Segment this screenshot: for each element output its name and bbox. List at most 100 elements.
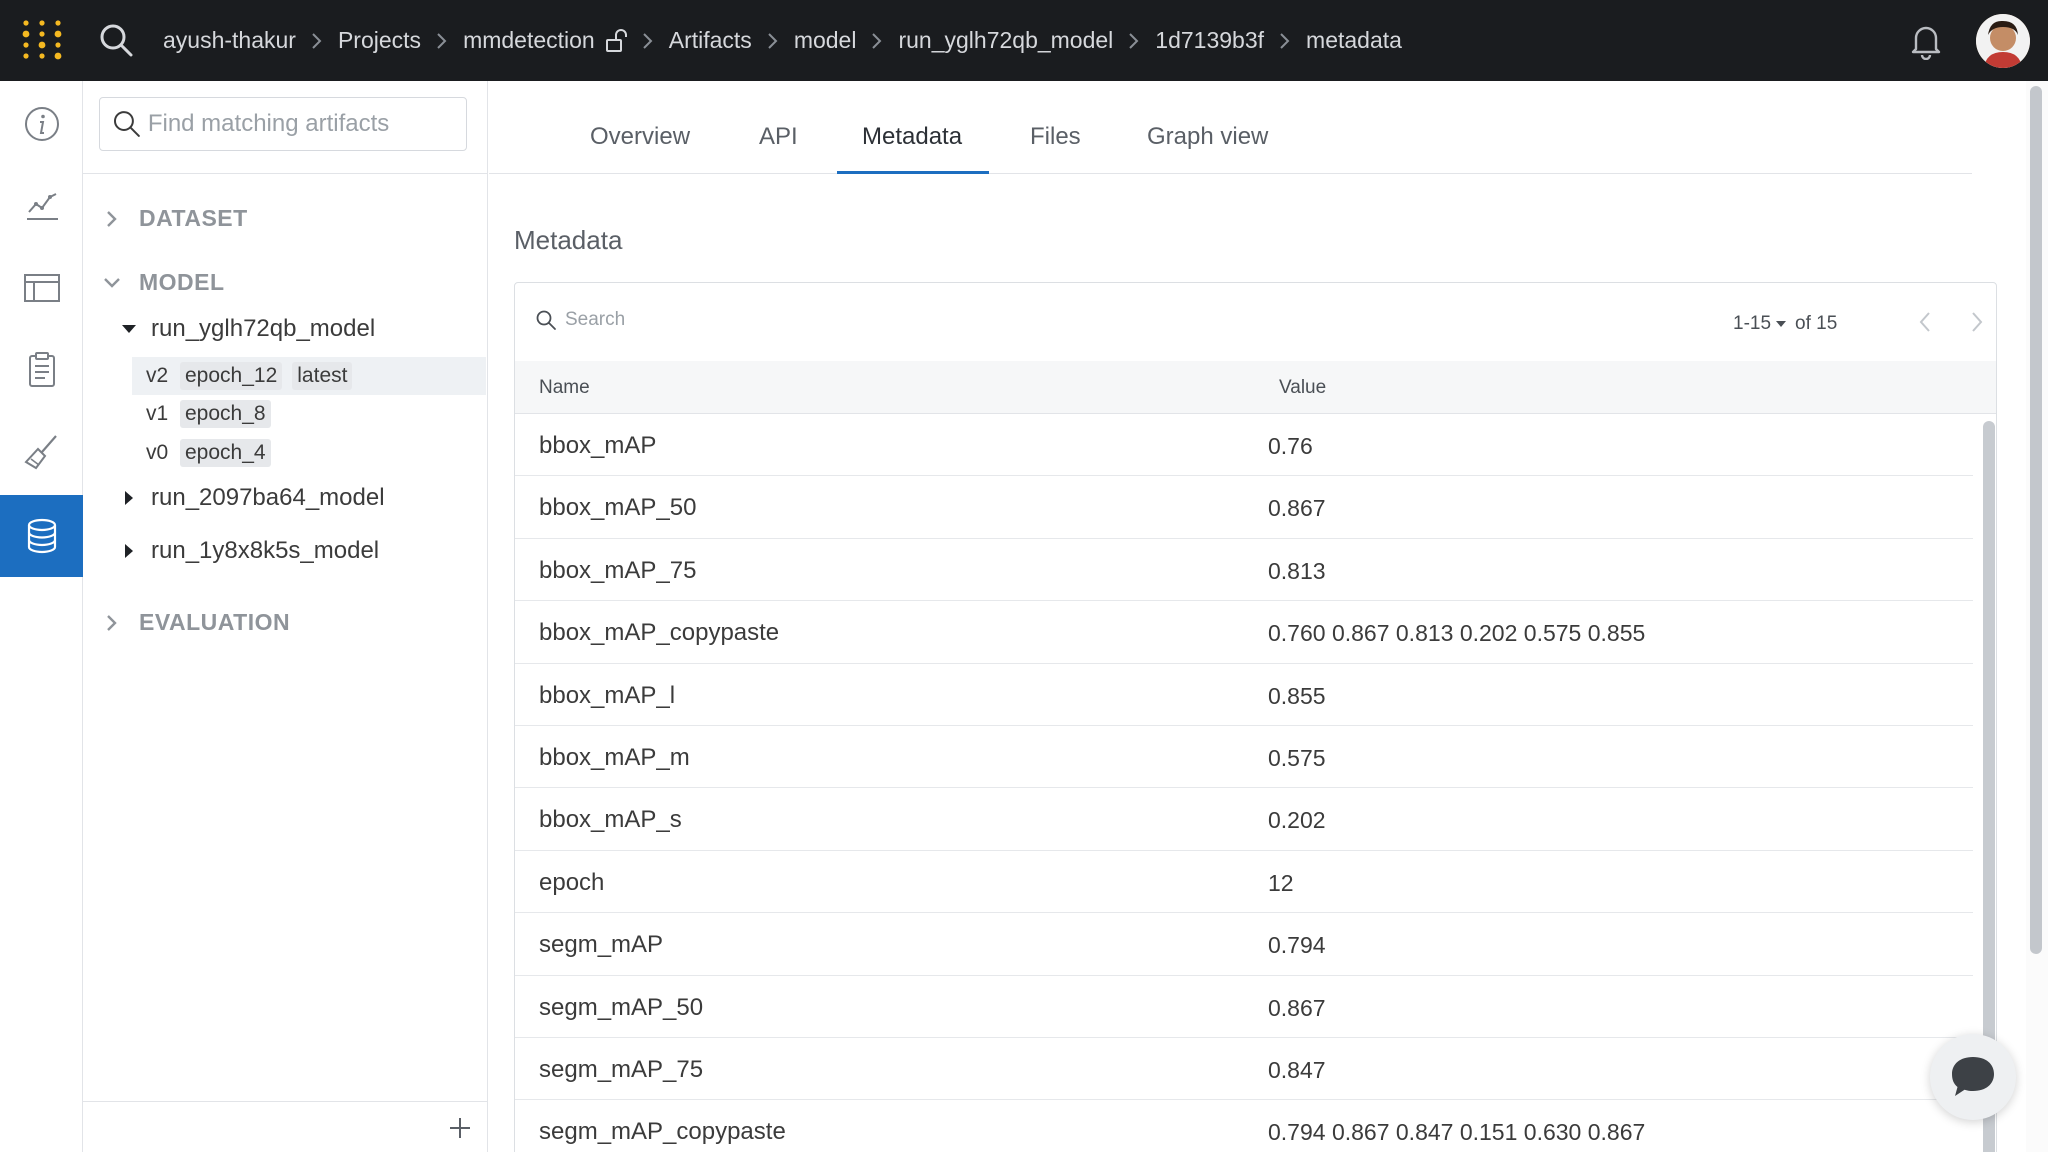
- rail-sweeps[interactable]: [0, 411, 83, 493]
- tree-node-run_yglh72qb_model[interactable]: run_yglh72qb_model: [121, 315, 375, 343]
- metadata-key: epoch: [539, 868, 605, 896]
- metadata-key: bbox_mAP_s: [539, 806, 682, 834]
- prev-page-button[interactable]: [1912, 309, 1938, 335]
- breadcrumb-artifacts[interactable]: Artifacts: [669, 27, 752, 54]
- table-row[interactable]: bbox_mAP_m 0.575: [515, 726, 1973, 789]
- rail-tables[interactable]: [0, 247, 83, 329]
- page-title: Metadata: [514, 225, 623, 255]
- table-row[interactable]: bbox_mAP 0.76: [515, 414, 1973, 477]
- metadata-key: bbox_mAP_50: [539, 494, 697, 522]
- caret-down-icon: [122, 325, 136, 333]
- table-row[interactable]: segm_mAP_copypaste 0.794 0.867 0.847 0.15…: [515, 1100, 1973, 1152]
- metadata-value: 0.867: [1268, 994, 1326, 1021]
- page-scrollbar[interactable]: [2030, 86, 2042, 954]
- section-evaluation[interactable]: EVALUATION: [103, 609, 290, 636]
- breadcrumb-user[interactable]: ayush-thakur: [163, 27, 296, 54]
- rail-reports[interactable]: [0, 329, 83, 411]
- table-row[interactable]: segm_mAP 0.794: [515, 913, 1973, 976]
- version-number: v2: [146, 364, 169, 387]
- version-row-v0[interactable]: v0 epoch_4: [132, 434, 486, 472]
- chevron-right-icon: [866, 30, 888, 52]
- tab-overview[interactable]: Overview: [590, 123, 690, 151]
- table-row[interactable]: bbox_mAP_s 0.202: [515, 788, 1973, 851]
- chevron-right-icon: [1274, 30, 1296, 52]
- artifact-search-box: [99, 97, 467, 151]
- avatar[interactable]: [1976, 14, 2030, 68]
- artifact-search-input[interactable]: [147, 110, 466, 138]
- table-row[interactable]: bbox_mAP_l 0.855: [515, 664, 1973, 726]
- metadata-table-body: bbox_mAP 0.76 bbox_mAP_50 0.867 bbox_mAP_75 0…: [515, 414, 1973, 1152]
- chevron-right-icon: [1123, 30, 1145, 52]
- chevron-right-icon: [762, 30, 784, 52]
- metadata-key: segm_mAP_50: [539, 993, 704, 1021]
- tree-node-run_1y8x8k5s_model[interactable]: run_1y8x8k5s_model: [121, 537, 379, 565]
- tree-node-label: run_yglh72qb_model: [151, 315, 376, 342]
- metadata-value: 0.575: [1268, 744, 1326, 771]
- search-icon[interactable]: [96, 20, 136, 60]
- section-dataset-label: DATASET: [139, 205, 248, 231]
- metadata-value: 12: [1268, 869, 1294, 896]
- tab-graph-view[interactable]: Graph view: [1147, 123, 1268, 151]
- left-rail: [0, 81, 83, 1152]
- page-range-select[interactable]: 1-15: [1733, 313, 1771, 335]
- column-header-name[interactable]: Name: [539, 377, 590, 399]
- metadata-search-input[interactable]: [565, 309, 965, 331]
- chevron-down-icon: [104, 277, 120, 288]
- metadata-key: segm_mAP_75: [539, 1055, 704, 1083]
- table-row[interactable]: segm_mAP_75 0.847: [515, 1038, 1973, 1101]
- tab-api[interactable]: API: [759, 123, 798, 151]
- pagination: 1-15 of 15: [1733, 313, 1837, 335]
- breadcrumb-version[interactable]: 1d7139b3f: [1155, 27, 1264, 54]
- version-row-v2[interactable]: v2 epoch_12 latest: [132, 357, 486, 395]
- tree-node-run_2097ba64_model[interactable]: run_2097ba64_model: [121, 484, 385, 512]
- chat-bubble-icon: [1952, 1057, 1994, 1096]
- table-row[interactable]: epoch 12: [515, 851, 1973, 914]
- search-icon: [536, 310, 556, 330]
- caret-right-icon: [125, 491, 133, 505]
- metadata-search-box: [535, 309, 965, 331]
- table-row[interactable]: bbox_mAP_50 0.867: [515, 476, 1973, 539]
- divider: [83, 1101, 488, 1102]
- section-model[interactable]: MODEL: [103, 269, 225, 296]
- table-row[interactable]: bbox_mAP_75 0.813: [515, 539, 1973, 602]
- rail-overview[interactable]: [0, 83, 83, 165]
- divider: [83, 173, 488, 174]
- column-header-value[interactable]: Value: [1279, 377, 1326, 399]
- tab-metadata[interactable]: Metadata: [862, 123, 962, 151]
- version-row-v1[interactable]: v1 epoch_8: [132, 395, 486, 433]
- chevron-right-icon: [107, 210, 117, 227]
- breadcrumb-artifact-type[interactable]: model: [794, 27, 857, 54]
- metadata-panel: 1-15 of 15 Name Value bbox_mAP0.76bbox_m…: [514, 282, 1997, 1152]
- metadata-value: 0.760 0.867 0.813 0.202 0.575 0.855: [1268, 620, 1646, 647]
- rail-charts[interactable]: [0, 165, 83, 247]
- tab-files[interactable]: Files: [1030, 123, 1081, 151]
- breadcrumb-project[interactable]: mmdetection: [463, 27, 627, 54]
- breadcrumb-projects[interactable]: Projects: [338, 27, 421, 54]
- unlock-icon: [605, 28, 627, 52]
- rail-artifacts[interactable]: [0, 495, 83, 577]
- main-content: Overview API Metadata Files Graph view M…: [489, 81, 2029, 1152]
- metadata-key: segm_mAP: [539, 931, 664, 959]
- breadcrumb-artifact-name[interactable]: run_yglh72qb_model: [898, 27, 1113, 54]
- table-row[interactable]: bbox_mAP_copypaste 0.760 0.867 0.813 0.20…: [515, 601, 1973, 664]
- chat-button[interactable]: [1930, 1034, 2016, 1120]
- chart-icon: [26, 193, 58, 220]
- bell-icon[interactable]: [1908, 22, 1944, 60]
- version-tag: epoch_12: [180, 362, 283, 390]
- metadata-value: 0.813: [1268, 557, 1326, 584]
- metadata-key: bbox_mAP_copypaste: [539, 619, 780, 647]
- chevron-right-icon: [306, 30, 328, 52]
- next-page-button[interactable]: [1964, 309, 1990, 335]
- section-dataset[interactable]: DATASET: [103, 205, 248, 232]
- table-row[interactable]: segm_mAP_50 0.867: [515, 976, 1973, 1038]
- caret-right-icon: [125, 544, 133, 558]
- metadata-value: 0.202: [1268, 807, 1326, 834]
- plus-icon[interactable]: [445, 1113, 475, 1143]
- metadata-key: bbox_mAP_l: [539, 681, 676, 709]
- page-total: of 15: [1795, 313, 1838, 334]
- caret-down-icon[interactable]: [1775, 318, 1787, 330]
- version-tag: epoch_4: [180, 439, 271, 467]
- section-model-label: MODEL: [139, 269, 225, 295]
- wandb-logo-icon[interactable]: [20, 18, 64, 62]
- info-icon: [24, 107, 59, 141]
